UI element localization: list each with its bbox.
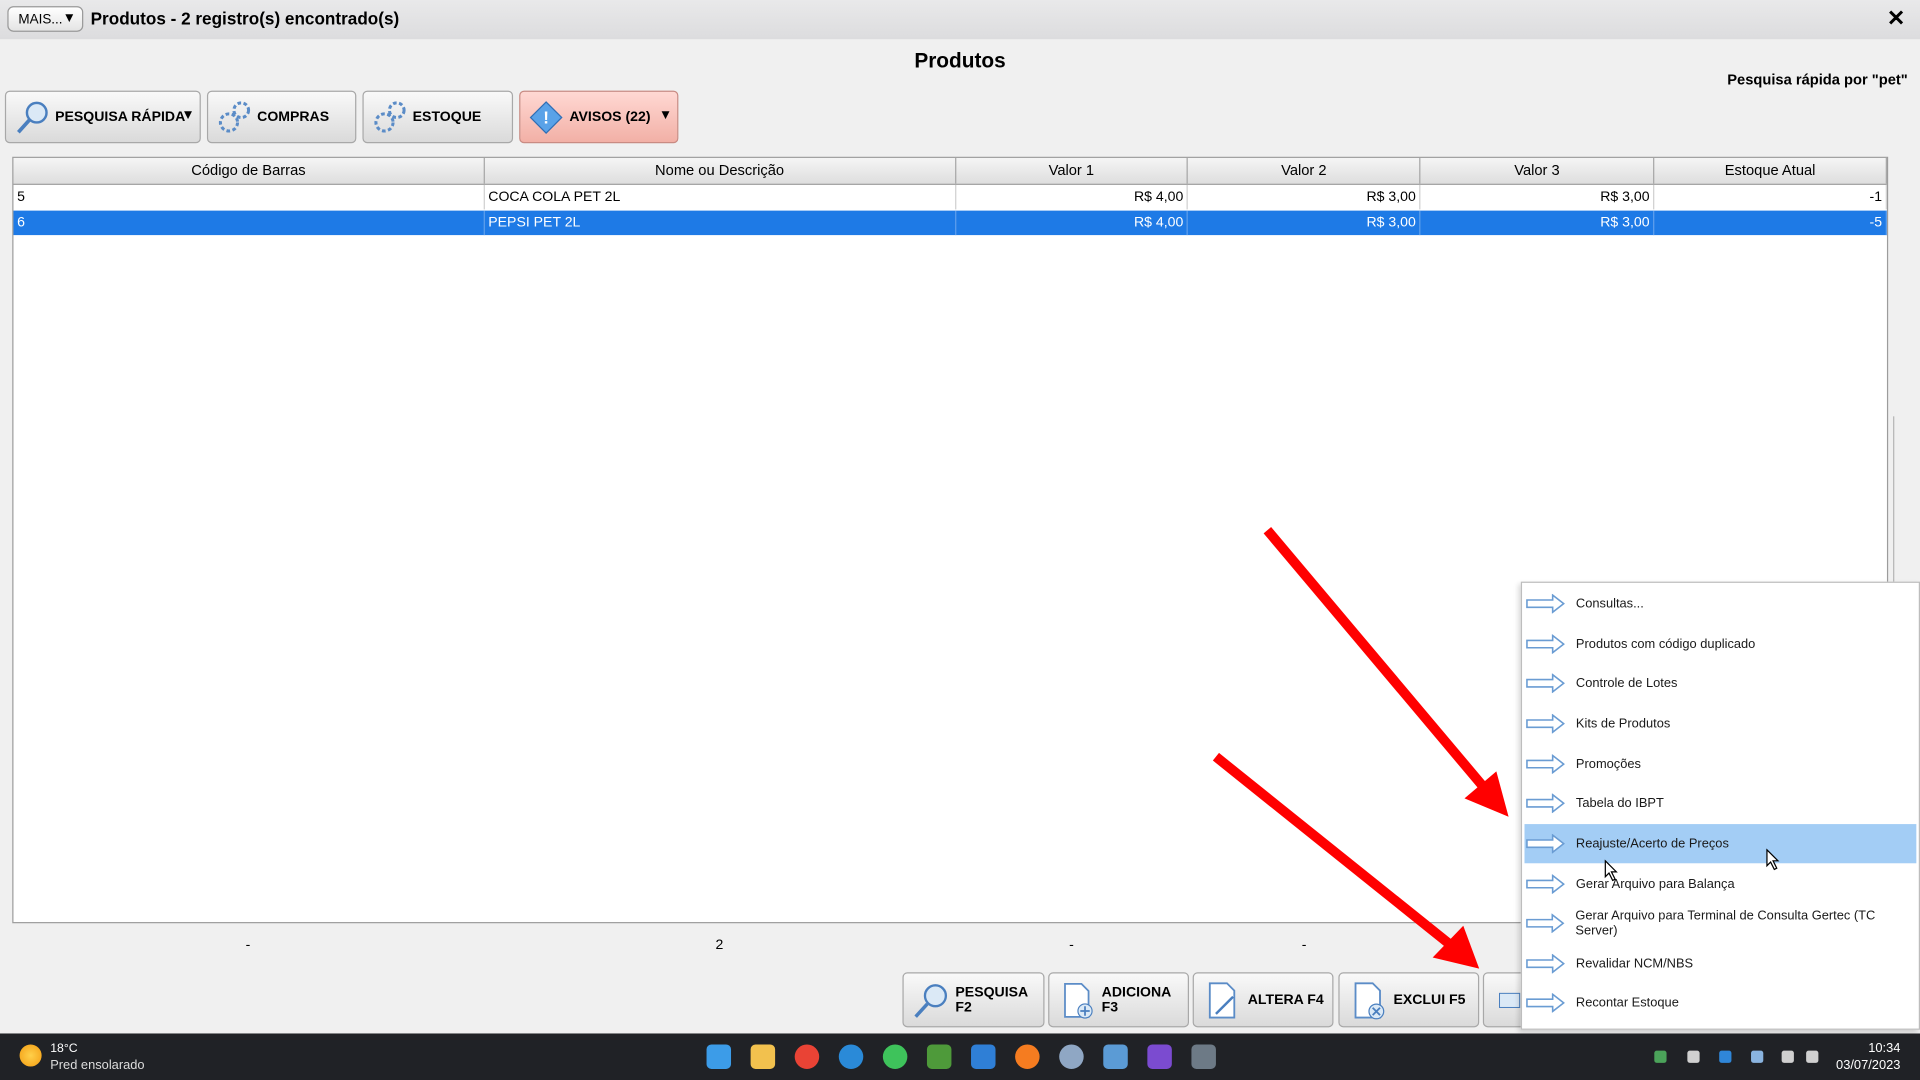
usb-icon[interactable] <box>1687 1050 1700 1063</box>
menu-item-label: Revalidar NCM/NBS <box>1575 956 1694 972</box>
arrow-right-icon <box>1526 713 1565 734</box>
menu-item-duplicate-codes[interactable]: Produtos com código duplicado <box>1525 624 1917 663</box>
menu-item-ibpt[interactable]: Tabela do IBPT <box>1525 784 1917 823</box>
menu-item-gertec-file[interactable]: Gerar Arquivo para Terminal de Consulta … <box>1525 904 1917 943</box>
mouse-pointer-icon <box>1604 859 1618 882</box>
arrow-right-icon <box>1526 673 1565 694</box>
video-editor-icon[interactable] <box>1147 1044 1172 1069</box>
menu-item-label: Produtos com código duplicado <box>1575 636 1756 652</box>
edge-icon[interactable] <box>838 1044 864 1069</box>
clock-time[interactable]: 10:34 <box>1868 1041 1900 1056</box>
menu-item-promotions[interactable]: Promoções <box>1525 744 1917 783</box>
network-icon[interactable] <box>1781 1050 1794 1063</box>
arrow-right-icon <box>1526 833 1565 854</box>
menu-item-label: Controle de Lotes <box>1575 675 1678 691</box>
menu-item-label: Tabela do IBPT <box>1575 795 1664 811</box>
menu-item-label: Reajuste/Acerto de Preços <box>1575 836 1729 852</box>
taskbar: 18°C Pred ensolarado 10:34 03/07/2023 <box>0 1033 1920 1080</box>
menu-item-consultas[interactable]: Consultas... <box>1525 584 1917 623</box>
context-menu: Consultas... Produtos com código duplica… <box>1520 581 1920 1030</box>
arrow-right-icon <box>1526 593 1565 614</box>
weather-description: Pred ensolarado <box>50 1057 145 1073</box>
menu-item-label: Consultas... <box>1575 596 1644 612</box>
volume-icon[interactable] <box>1806 1050 1819 1063</box>
arrow-right-icon <box>1526 874 1565 894</box>
menu-item-label: Kits de Produtos <box>1575 716 1671 732</box>
menu-item-label: Promoções <box>1575 756 1641 772</box>
arrow-right-icon <box>1526 754 1565 774</box>
weather-sun-icon[interactable] <box>19 1044 42 1067</box>
chrome-icon[interactable] <box>794 1044 820 1069</box>
menu-item-recount-stock[interactable]: Recontar Estoque <box>1525 983 1917 1022</box>
spreadsheet-icon[interactable] <box>926 1044 952 1069</box>
file-explorer-icon[interactable] <box>750 1044 776 1069</box>
menu-item-lots[interactable]: Controle de Lotes <box>1525 664 1917 703</box>
menu-item-label: Recontar Estoque <box>1575 995 1679 1011</box>
app-s-icon[interactable] <box>1191 1044 1216 1069</box>
mail-icon[interactable] <box>971 1044 996 1069</box>
cloud-icon[interactable] <box>1751 1050 1764 1063</box>
mouse-pointer-icon <box>1766 848 1780 871</box>
settings-gear-icon[interactable] <box>1059 1044 1084 1069</box>
menu-item-label: Gerar Arquivo para Balança <box>1575 876 1735 892</box>
clock-date[interactable]: 03/07/2023 <box>1836 1058 1900 1073</box>
app-window: MAIS... ▼ Produtos - 2 registro(s) encon… <box>0 0 1920 1080</box>
arrow-pointer-icon <box>1212 752 1480 969</box>
arrow-right-icon <box>1526 953 1565 974</box>
start-icon[interactable] <box>706 1044 732 1069</box>
security-shield-icon[interactable] <box>1719 1050 1732 1063</box>
menu-item-price-adjust[interactable]: Reajuste/Acerto de Preços <box>1524 824 1917 864</box>
arrow-right-icon <box>1526 993 1565 1013</box>
arrow-right-icon <box>1526 634 1565 654</box>
arrow-pointer-icon <box>1263 527 1509 817</box>
menu-item-kits[interactable]: Kits de Produtos <box>1525 704 1917 743</box>
arrow-right-icon <box>1526 793 1565 814</box>
notepad-icon[interactable] <box>1103 1044 1128 1069</box>
weather-temp: 18°C <box>50 1042 78 1056</box>
whatsapp-icon[interactable] <box>882 1044 908 1069</box>
tray-app-icon[interactable] <box>1654 1050 1667 1063</box>
menu-item-scale-file[interactable]: Gerar Arquivo para Balança <box>1525 864 1917 903</box>
firefox-icon[interactable] <box>1015 1044 1040 1069</box>
menu-item-label: Gerar Arquivo para Terminal de Consulta … <box>1575 908 1876 938</box>
menu-item-ncm[interactable]: Revalidar NCM/NBS <box>1525 944 1917 983</box>
arrow-right-icon <box>1526 913 1565 934</box>
